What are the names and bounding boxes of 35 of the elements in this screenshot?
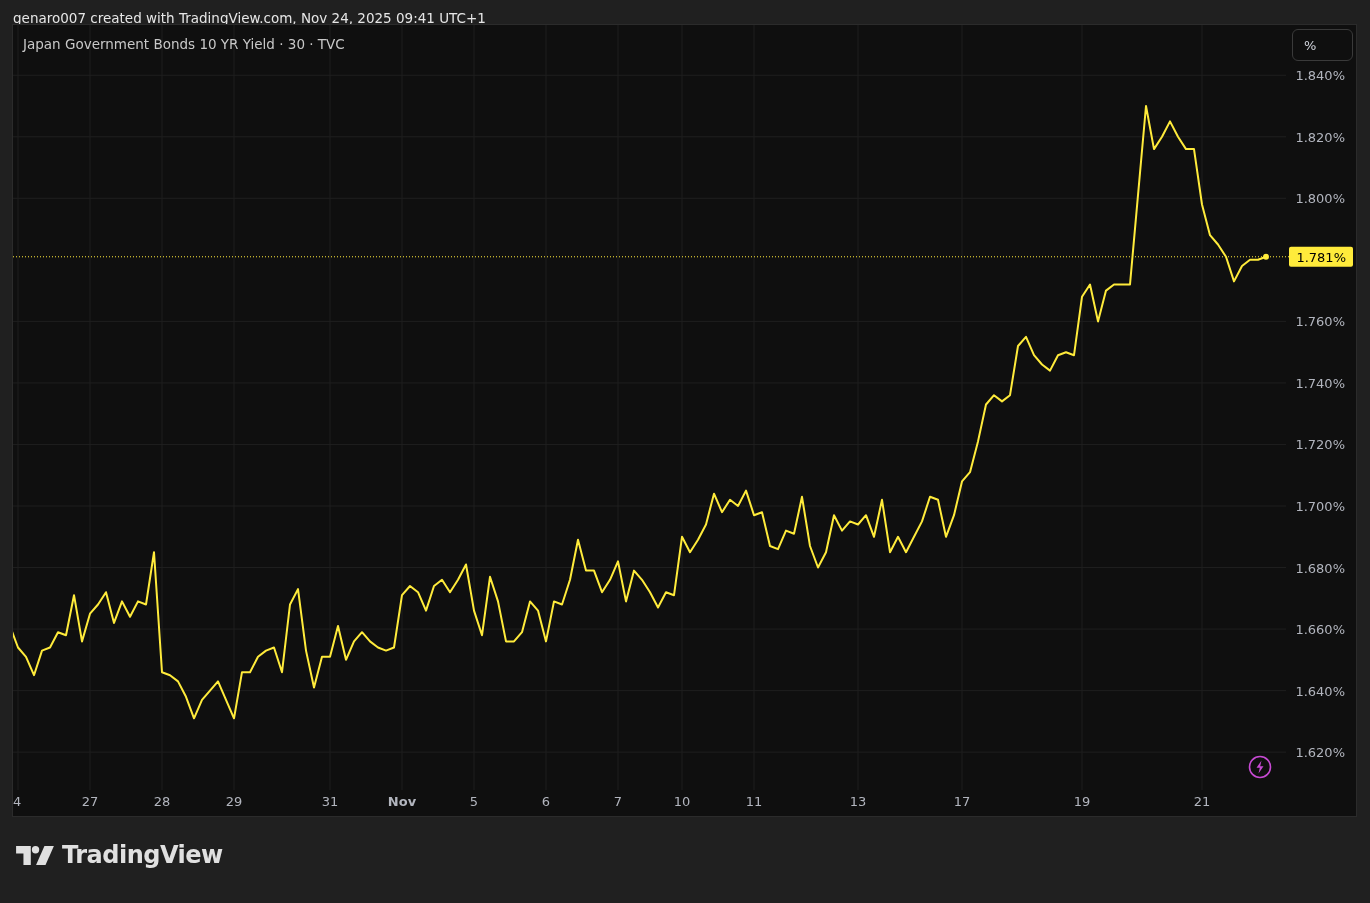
- lightning-icon[interactable]: [1248, 755, 1272, 779]
- axis-label: 1.800%: [1295, 191, 1345, 207]
- axis-label: 13: [849, 794, 867, 809]
- axis-label: 31: [321, 794, 339, 809]
- axis-label: Nov: [387, 794, 417, 809]
- axis-label: 11: [745, 794, 763, 809]
- scale-button[interactable]: %: [1292, 29, 1353, 61]
- axis-label: 17: [953, 794, 971, 809]
- chart-title: Japan Government Bonds 10 YR Yield · 30 · TVC: [23, 36, 345, 52]
- axis-label: 19: [1073, 794, 1091, 809]
- axis-label: 7: [613, 794, 623, 809]
- axis-label: 1.760%: [1295, 314, 1345, 330]
- axis-label: 28: [153, 794, 171, 809]
- axis-label: 5: [469, 794, 479, 809]
- axis-label: 29: [225, 794, 243, 809]
- axis-label: 21: [1193, 794, 1211, 809]
- axis-label: 1.820%: [1295, 129, 1345, 145]
- axis-label: 4: [13, 794, 22, 809]
- brand-name: TradingView: [62, 841, 223, 869]
- axis-label: 1.620%: [1295, 745, 1345, 761]
- axis-label: 27: [81, 794, 99, 809]
- axis-label: 1.740%: [1295, 375, 1345, 391]
- axis-label: 1.640%: [1295, 683, 1345, 699]
- axis-label: 1.680%: [1295, 560, 1345, 576]
- last-value-label: 1.781%: [1289, 246, 1353, 267]
- axis-label: 1.700%: [1295, 499, 1345, 514]
- last-point-dot: [1263, 253, 1269, 260]
- axis-label: 10: [673, 794, 691, 809]
- ref-line-label: 1.781%: [1296, 249, 1346, 265]
- header-caption: genaro007 created with TradingView.com, Nov 24, 2025 09:41 UTC+1: [12, 9, 486, 24]
- axis-label: 1.660%: [1295, 622, 1345, 638]
- axis-label: 1.720%: [1295, 437, 1345, 453]
- axis-label: 6: [541, 794, 551, 809]
- logo-icon: [16, 844, 54, 866]
- axis-label: 1.840%: [1295, 68, 1345, 84]
